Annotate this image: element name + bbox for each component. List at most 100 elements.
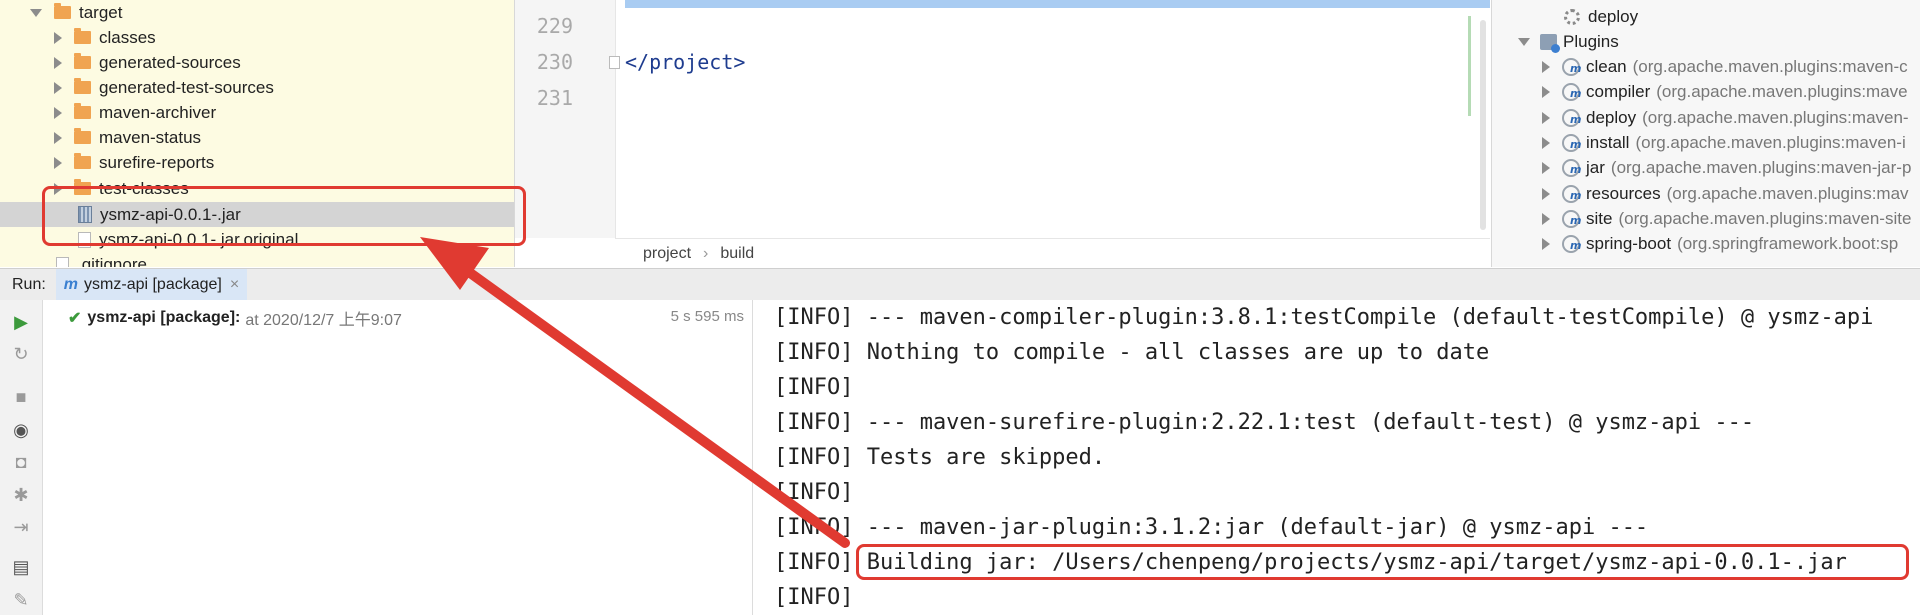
maven-plugin-deploy[interactable]: deploy (org.apache.maven.plugins:maven-	[1542, 105, 1909, 130]
plugin-name: compiler	[1586, 81, 1651, 101]
run-tab[interactable]: m ysmz-api [package] ×	[55, 269, 248, 300]
console-line: [INFO] Nothing to compile - all classes …	[774, 340, 1490, 365]
settings-icon[interactable]: ✱	[11, 485, 31, 505]
plugin-detail: (org.apache.maven.plugins:maven-jar-p	[1610, 157, 1912, 177]
plugin-name: install	[1586, 132, 1630, 152]
plugin-detail: (org.apache.maven.plugins:maven-	[1642, 107, 1909, 127]
folder-icon	[54, 3, 71, 19]
tree-item-generated-test-sources[interactable]: generated-test-sources	[0, 75, 514, 100]
tree-item-gitignore[interactable]: .gitignore	[0, 252, 514, 267]
maven-plugin-install[interactable]: install (org.apache.maven.plugins:maven-…	[1542, 130, 1906, 155]
folder-icon	[74, 128, 91, 144]
maven-plugin-icon	[1562, 234, 1581, 253]
plugin-name: resources	[1586, 183, 1661, 203]
pin-icon[interactable]: ✎	[11, 590, 31, 610]
stop-icon[interactable]: ■	[11, 387, 31, 407]
maven-icon: m	[63, 275, 79, 293]
close-icon[interactable]: ×	[230, 276, 239, 294]
maven-plugin-icon	[1562, 108, 1581, 127]
chevron-right-icon[interactable]	[54, 106, 62, 119]
run-tab-label: ysmz-api [package]	[84, 275, 222, 293]
plugin-detail: (org.apache.maven.plugins:mave	[1656, 81, 1908, 101]
run-item-duration: 5 s 595 ms	[670, 308, 744, 325]
layout-icon[interactable]: ▤	[11, 557, 31, 577]
plugin-name: jar	[1586, 157, 1605, 177]
chevron-right-icon[interactable]	[54, 131, 62, 144]
tree-item-generated-sources[interactable]: generated-sources	[0, 50, 514, 75]
change-marker	[1468, 16, 1471, 116]
maven-item-deploy-lifecycle[interactable]: deploy	[1564, 4, 1638, 29]
gear-icon	[1564, 8, 1580, 25]
maven-plugin-compiler[interactable]: compiler (org.apache.maven.plugins:mave	[1542, 79, 1908, 104]
tree-item-maven-archiver[interactable]: maven-archiver	[0, 100, 514, 125]
console-line: [INFO] Tests are skipped.	[774, 445, 1106, 470]
chevron-right-icon[interactable]	[1542, 60, 1550, 73]
annotation-box-jar-file	[42, 186, 526, 246]
tree-item-label: maven-status	[99, 127, 202, 147]
editor-gutter: 229 230 231	[515, 0, 620, 238]
plugin-detail: (org.apache.maven.plugins:maven-site	[1618, 208, 1912, 228]
maven-plugin-icon	[1562, 184, 1581, 203]
maven-item-label: deploy	[1588, 6, 1639, 26]
maven-plugin-site[interactable]: site (org.apache.maven.plugins:maven-sit…	[1542, 206, 1911, 231]
tree-item-surefire-reports[interactable]: surefire-reports	[0, 150, 514, 175]
run-item-title: ysmz-api [package]:	[87, 309, 241, 326]
chevron-right-icon[interactable]	[54, 31, 62, 44]
tree-item-label: generated-test-sources	[99, 77, 274, 97]
maven-plugin-jar[interactable]: jar (org.apache.maven.plugins:maven-jar-…	[1542, 155, 1911, 180]
code-line: </project>	[625, 50, 746, 74]
breadcrumb: project › build	[615, 238, 1490, 268]
tree-item-label: target	[79, 2, 123, 22]
maven-plugin-spring-boot[interactable]: spring-boot (org.springframework.boot:sp	[1542, 231, 1898, 256]
tree-item-label: .gitignore	[77, 254, 147, 268]
chevron-down-icon[interactable]	[30, 8, 42, 17]
chevron-right-icon[interactable]	[1542, 111, 1550, 124]
console-line: [INFO]	[774, 480, 854, 505]
folder-icon	[74, 153, 91, 169]
eye-icon[interactable]: ◉	[11, 420, 31, 440]
export-icon[interactable]: ⇥	[11, 517, 31, 537]
code-editor[interactable]: 229 230 231 </project> project › build	[515, 0, 1490, 267]
run-tree-item[interactable]: ✔ ysmz-api [package]: at 2020/12/7 上午9:0…	[68, 306, 402, 330]
plugin-name: site	[1586, 208, 1613, 228]
run-tool-window-header: Run: m ysmz-api [package] ×	[0, 268, 1920, 301]
run-item-detail: at 2020/12/7 上午9:07	[245, 312, 402, 329]
chevron-right-icon[interactable]	[1542, 85, 1550, 98]
tree-item-maven-status[interactable]: maven-status	[0, 125, 514, 150]
chevron-right-icon[interactable]	[54, 56, 62, 69]
folder-icon	[74, 53, 91, 69]
chevron-down-icon[interactable]	[1518, 37, 1530, 46]
fold-icon[interactable]	[609, 56, 620, 69]
breadcrumb-item-project[interactable]: project	[643, 245, 691, 263]
rerun-icon[interactable]: ▶	[11, 312, 31, 332]
chevron-right-icon[interactable]	[1542, 212, 1550, 225]
tree-item-label: surefire-reports	[99, 152, 215, 172]
chevron-right-icon[interactable]	[1542, 237, 1550, 250]
chevron-right-icon[interactable]	[1542, 187, 1550, 200]
camera-icon[interactable]: ◘	[11, 452, 31, 472]
run-toolbar: ▶ ↻ ■ ◉ ◘ ✱ ⇥ ▤ ✎	[0, 300, 43, 615]
tree-item-classes[interactable]: classes	[0, 25, 514, 50]
tree-item-target[interactable]: target	[0, 0, 514, 25]
maven-plugin-clean[interactable]: clean (org.apache.maven.plugins:maven-c	[1542, 54, 1908, 79]
maven-plugin-resources[interactable]: resources (org.apache.maven.plugins:mav	[1542, 181, 1909, 206]
chevron-right-icon[interactable]	[54, 81, 62, 94]
rerun-failed-icon[interactable]: ↻	[11, 344, 31, 364]
maven-plugins-node[interactable]: Plugins	[1518, 29, 1619, 54]
maven-plugin-icon	[1562, 209, 1581, 228]
chevron-right-icon[interactable]	[1542, 136, 1550, 149]
editor-scrollbar[interactable]	[1480, 20, 1486, 230]
plugins-icon	[1540, 33, 1560, 53]
console-line: [INFO] --- maven-surefire-plugin:2.22.1:…	[774, 410, 1755, 435]
chevron-right-icon: ›	[703, 244, 709, 262]
line-number: 231	[536, 86, 573, 110]
run-tree-panel: ✔ ysmz-api [package]: at 2020/12/7 上午9:0…	[43, 300, 753, 615]
breadcrumb-item-build[interactable]: build	[720, 245, 754, 263]
plugin-detail: (org.apache.maven.plugins:maven-c	[1632, 56, 1908, 76]
maven-plugin-icon	[1562, 57, 1581, 76]
maven-plugins-label: Plugins	[1563, 31, 1619, 51]
chevron-right-icon[interactable]	[54, 156, 62, 169]
folder-icon	[74, 78, 91, 94]
chevron-right-icon[interactable]	[1542, 161, 1550, 174]
console-line: [INFO]	[774, 585, 854, 610]
